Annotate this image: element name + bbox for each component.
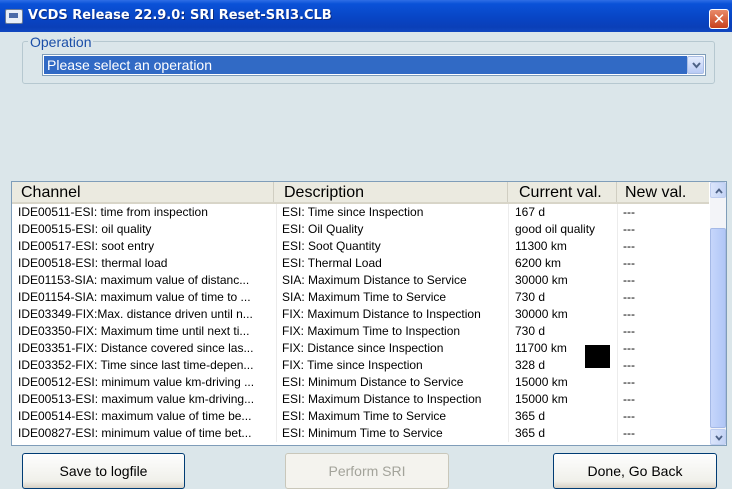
cell-new-value[interactable]: ---	[618, 255, 709, 272]
cell-channel: IDE00515-ESI: oil quality	[12, 221, 277, 238]
cell-channel: IDE00518-ESI: thermal load	[12, 255, 277, 272]
channel-table[interactable]: Channel Description Current val. New val…	[11, 181, 727, 446]
operation-dropdown[interactable]: Please select an operation	[42, 54, 706, 76]
table-row[interactable]: IDE01154-SIA: maximum value of time to .…	[12, 289, 709, 306]
cell-channel: IDE00827-ESI: minimum value of time bet.…	[12, 425, 277, 442]
cell-description: ESI: Minimum Distance to Service	[277, 374, 509, 391]
column-header-new-value[interactable]: New val.	[617, 182, 709, 202]
scroll-up-button[interactable]	[710, 182, 726, 198]
cell-channel: IDE03352-FIX: Time since last time-depen…	[12, 357, 277, 374]
cell-current-value: 15000 km	[509, 391, 618, 408]
table-header: Channel Description Current val. New val…	[12, 182, 709, 204]
table-row[interactable]: IDE03350-FIX: Maximum time until next ti…	[12, 323, 709, 340]
column-header-description[interactable]: Description	[274, 182, 508, 202]
scroll-up-arrow-icon	[715, 188, 723, 194]
cell-description: ESI: Thermal Load	[277, 255, 509, 272]
cell-current-value: 30000 km	[509, 272, 618, 289]
cell-description: ESI: Time since Inspection	[277, 204, 509, 221]
cell-channel: IDE01153-SIA: maximum value of distanc..…	[12, 272, 277, 289]
window-title: VCDS Release 22.9.0: SRI Reset-SRI3.CLB	[28, 8, 332, 23]
table-row[interactable]: IDE01153-SIA: maximum value of distanc..…	[12, 272, 709, 289]
cell-new-value[interactable]: ---	[618, 272, 709, 289]
vcds-sri-reset-window: VCDS Release 22.9.0: SRI Reset-SRI3.CLB …	[0, 0, 732, 489]
operation-label: Operation	[28, 34, 94, 50]
close-button[interactable]: ✕	[709, 9, 729, 29]
cell-current-value: good oil quality	[509, 221, 618, 238]
cell-channel: IDE03349-FIX:Max. distance driven until …	[12, 306, 277, 323]
cell-current-value: 6200 km	[509, 255, 618, 272]
cell-channel: IDE03350-FIX: Maximum time until next ti…	[12, 323, 277, 340]
table-row[interactable]: IDE00518-ESI: thermal load ESI: Thermal …	[12, 255, 709, 272]
cell-current-value: 15000 km	[509, 374, 618, 391]
cell-description: FIX: Maximum Distance to Inspection	[277, 306, 509, 323]
table-row[interactable]: IDE00513-ESI: maximum value km-driving..…	[12, 391, 709, 408]
cell-description: ESI: Soot Quantity	[277, 238, 509, 255]
cell-channel: IDE00517-ESI: soot entry	[12, 238, 277, 255]
save-to-logfile-button[interactable]: Save to logfile	[22, 453, 185, 489]
table-row[interactable]: IDE00515-ESI: oil quality ESI: Oil Quali…	[12, 221, 709, 238]
chevron-down-icon	[692, 62, 701, 69]
cell-channel: IDE00512-ESI: minimum value km-driving .…	[12, 374, 277, 391]
cell-new-value[interactable]: ---	[618, 204, 709, 221]
cell-new-value[interactable]: ---	[618, 306, 709, 323]
cell-description: FIX: Time since Inspection	[277, 357, 509, 374]
cell-description: FIX: Maximum Time to Inspection	[277, 323, 509, 340]
cell-channel: IDE00514-ESI: maximum value of time be..…	[12, 408, 277, 425]
cell-description: SIA: Maximum Time to Service	[277, 289, 509, 306]
table-row[interactable]: IDE00827-ESI: minimum value of time bet.…	[12, 425, 709, 442]
cell-current-value: 30000 km	[509, 306, 618, 323]
cell-new-value[interactable]: ---	[618, 425, 709, 442]
table-row[interactable]: IDE03349-FIX:Max. distance driven until …	[12, 306, 709, 323]
close-icon: ✕	[712, 10, 726, 28]
cell-description: FIX: Distance since Inspection	[277, 340, 509, 357]
vcds-app-icon	[5, 9, 23, 24]
cell-description: ESI: Maximum Time to Service	[277, 408, 509, 425]
cell-new-value[interactable]: ---	[618, 340, 709, 357]
cell-channel: IDE01154-SIA: maximum value of time to .…	[12, 289, 277, 306]
scroll-down-button[interactable]	[710, 429, 726, 445]
title-bar[interactable]: VCDS Release 22.9.0: SRI Reset-SRI3.CLB …	[0, 0, 732, 32]
table-row[interactable]: IDE00512-ESI: minimum value km-driving .…	[12, 374, 709, 391]
table-row[interactable]: IDE00517-ESI: soot entry ESI: Soot Quant…	[12, 238, 709, 255]
cell-channel: IDE00513-ESI: maximum value km-driving..…	[12, 391, 277, 408]
operation-selected-value: Please select an operation	[44, 56, 687, 74]
cell-new-value[interactable]: ---	[618, 408, 709, 425]
cell-new-value[interactable]: ---	[618, 323, 709, 340]
cell-current-value: 167 d	[509, 204, 618, 221]
cell-description: ESI: Oil Quality	[277, 221, 509, 238]
table-row[interactable]: IDE00514-ESI: maximum value of time be..…	[12, 408, 709, 425]
cell-new-value[interactable]: ---	[618, 374, 709, 391]
cell-current-value: 730 d	[509, 289, 618, 306]
perform-sri-button[interactable]: Perform SRI	[285, 453, 449, 489]
cell-new-value[interactable]: ---	[618, 357, 709, 374]
cursor-artifact	[585, 345, 610, 368]
cell-current-value: 365 d	[509, 425, 618, 442]
scroll-down-arrow-icon	[715, 435, 723, 441]
cell-new-value[interactable]: ---	[618, 238, 709, 255]
cell-channel: IDE03351-FIX: Distance covered since las…	[12, 340, 277, 357]
dropdown-button[interactable]	[687, 56, 704, 74]
table-body: IDE00511-ESI: time from inspection ESI: …	[12, 204, 709, 442]
cell-current-value: 365 d	[509, 408, 618, 425]
column-header-current-value[interactable]: Current val.	[508, 182, 617, 202]
cell-description: ESI: Minimum Time to Service	[277, 425, 509, 442]
column-header-channel[interactable]: Channel	[12, 182, 274, 202]
cell-channel: IDE00511-ESI: time from inspection	[12, 204, 277, 221]
table-row[interactable]: IDE00511-ESI: time from inspection ESI: …	[12, 204, 709, 221]
cell-new-value[interactable]: ---	[618, 391, 709, 408]
cell-description: SIA: Maximum Distance to Service	[277, 272, 509, 289]
scrollbar-thumb[interactable]	[710, 228, 726, 428]
vertical-scrollbar[interactable]	[710, 182, 726, 445]
cell-new-value[interactable]: ---	[618, 289, 709, 306]
done-go-back-button[interactable]: Done, Go Back	[553, 453, 717, 489]
cell-new-value[interactable]: ---	[618, 221, 709, 238]
cell-current-value: 730 d	[509, 323, 618, 340]
cell-current-value: 11300 km	[509, 238, 618, 255]
cell-description: ESI: Maximum Distance to Inspection	[277, 391, 509, 408]
